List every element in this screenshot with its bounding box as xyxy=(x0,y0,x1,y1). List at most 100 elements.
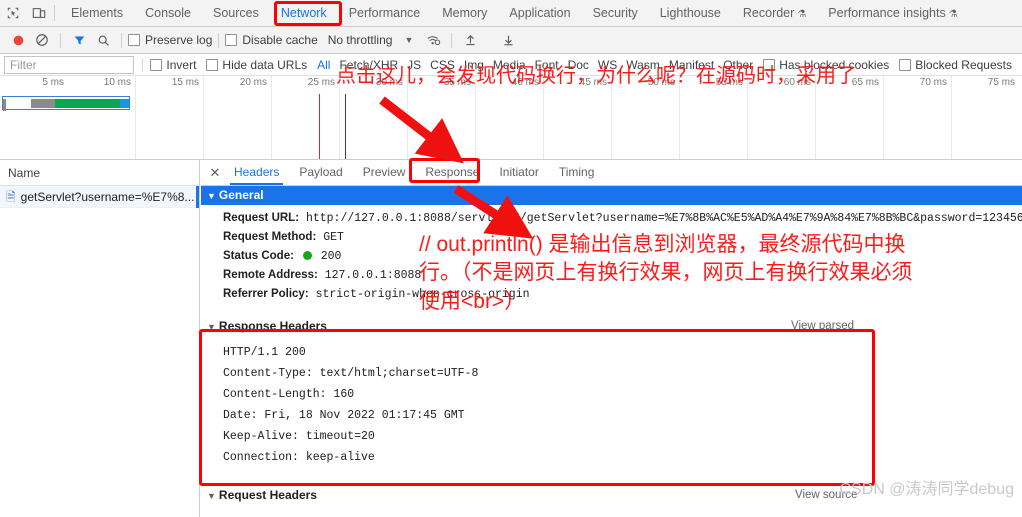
header-line: Keep-Alive: timeout=20 xyxy=(223,430,375,443)
tab-timing[interactable]: Timing xyxy=(549,160,605,185)
type-filter-ws[interactable]: WS xyxy=(598,58,617,72)
type-filter-manifest[interactable]: Manifest xyxy=(669,58,714,72)
tab-application[interactable]: Application xyxy=(498,0,581,26)
toolbar-divider xyxy=(218,32,220,48)
header-line: Connection: keep-alive xyxy=(223,451,375,464)
tick-label: 75 ms xyxy=(987,77,1015,88)
tab-headers[interactable]: Headers xyxy=(224,160,289,185)
tab-label: Memory xyxy=(442,6,488,20)
response-headers-list: HTTP/1.1 200 Content-Type: text/html;cha… xyxy=(201,337,1022,472)
preserve-log-checkbox[interactable]: Preserve log xyxy=(128,33,212,47)
type-filter-fetch-xhr[interactable]: Fetch/XHR xyxy=(339,58,398,72)
blocked-requests-checkbox[interactable]: Blocked Requests xyxy=(899,58,1012,72)
type-filter-media[interactable]: Media xyxy=(493,58,526,72)
type-filter-js[interactable]: JS xyxy=(407,58,421,72)
type-filter-wasm[interactable]: Wasm xyxy=(626,58,660,72)
close-icon[interactable]: ✕ xyxy=(206,165,224,181)
tick-label: 10 ms xyxy=(103,77,131,88)
device-toolbar-icon[interactable] xyxy=(26,0,52,26)
overview-window-grip[interactable] xyxy=(3,99,6,111)
resource-type-filters: All Fetch/XHR JS CSS Img Media Font Doc … xyxy=(317,58,753,72)
tab-performance[interactable]: Performance xyxy=(338,0,432,26)
hide-data-urls-checkbox[interactable]: Hide data URLs xyxy=(206,58,307,72)
toolbar-divider xyxy=(451,32,453,48)
clear-button[interactable] xyxy=(30,28,54,52)
has-blocked-cookies-checkbox[interactable]: Has blocked cookies xyxy=(763,58,889,72)
document-icon: 🗎 xyxy=(6,189,16,204)
tab-performance-insights[interactable]: Performance insights ⚗ xyxy=(817,0,968,26)
hide-data-urls-label: Hide data URLs xyxy=(222,57,308,72)
tab-label: Headers xyxy=(234,165,280,179)
import-har-icon[interactable] xyxy=(458,28,482,52)
filter-icon[interactable] xyxy=(67,28,91,52)
invert-checkbox[interactable]: Invert xyxy=(150,58,196,72)
tab-label: Security xyxy=(592,6,638,20)
type-filter-all[interactable]: All xyxy=(317,58,330,72)
network-conditions-icon[interactable] xyxy=(421,28,445,52)
type-filter-img[interactable]: Img xyxy=(464,58,484,72)
kv-value: 127.0.0.1:8088 xyxy=(324,269,422,282)
status-ok-dot-icon xyxy=(302,251,312,260)
overview-selection-window[interactable] xyxy=(2,96,130,111)
network-toolbar: Preserve log Disable cache No throttling… xyxy=(0,27,1022,54)
chevron-down-icon[interactable]: ▼ xyxy=(404,35,413,45)
response-headers-section-header[interactable]: ▼ Response Headers View parsed xyxy=(201,316,1022,337)
blocked-requests-label: Blocked Requests xyxy=(915,57,1012,72)
tab-recorder[interactable]: Recorder ⚗ xyxy=(732,0,817,26)
tab-label: Timing xyxy=(558,165,595,179)
tab-sources[interactable]: Sources xyxy=(202,0,270,26)
tab-label: Lighthouse xyxy=(659,6,721,20)
tab-label: Payload xyxy=(299,165,343,179)
search-icon[interactable] xyxy=(91,28,115,52)
general-section-header[interactable]: ▼ General xyxy=(201,186,1022,205)
tick-label: 40 ms xyxy=(511,77,539,88)
export-har-icon[interactable] xyxy=(496,28,520,52)
tabbar-divider xyxy=(54,5,55,21)
request-list-column-name[interactable]: Name xyxy=(0,160,199,186)
chevron-down-icon: ▼ xyxy=(207,322,216,332)
network-overview-timeline[interactable]: 5 ms 10 ms 15 ms 20 ms 25 ms 30 ms 35 ms… xyxy=(0,76,1022,160)
toolbar-divider xyxy=(60,32,61,48)
filter-input[interactable]: Filter xyxy=(4,55,134,74)
throttling-select[interactable]: No throttling xyxy=(328,33,393,47)
watermark: CSDN @涛涛同学debug xyxy=(839,481,1014,498)
section-title: Response Headers xyxy=(218,319,327,333)
record-button[interactable] xyxy=(6,28,30,52)
tick-label: 25 ms xyxy=(307,77,335,88)
tick-label: 20 ms xyxy=(239,77,267,88)
tab-response[interactable]: Response xyxy=(415,160,489,185)
type-filter-font[interactable]: Font xyxy=(535,58,559,72)
tab-payload[interactable]: Payload xyxy=(289,160,352,185)
kv-value: GET xyxy=(323,231,344,244)
view-parsed-link[interactable]: View parsed xyxy=(791,316,854,337)
overview-segment-domcontent xyxy=(120,99,129,108)
checkbox-box xyxy=(899,58,912,71)
general-remote-address: Remote Address: 127.0.0.1:8088 xyxy=(223,266,1022,285)
tab-label: Elements xyxy=(71,6,124,20)
tab-lighthouse[interactable]: Lighthouse xyxy=(649,0,732,26)
type-filter-doc[interactable]: Doc xyxy=(568,58,589,72)
disable-cache-checkbox[interactable]: Disable cache xyxy=(225,33,318,47)
checkbox-box xyxy=(763,58,776,71)
general-kv-list: Request URL: http://127.0.0.1:8088/servl… xyxy=(201,205,1022,306)
tab-network[interactable]: Network xyxy=(270,0,338,26)
type-filter-css[interactable]: CSS xyxy=(430,58,455,72)
checkbox-box xyxy=(206,58,219,71)
kv-value: 200 xyxy=(320,250,342,263)
tab-label: Initiator xyxy=(499,165,539,179)
tab-initiator[interactable]: Initiator xyxy=(489,160,548,185)
timeline-ruler: 5 ms 10 ms 15 ms 20 ms 25 ms 30 ms 35 ms… xyxy=(0,76,1022,159)
throttling-label: No throttling xyxy=(327,33,393,47)
tab-label: Recorder xyxy=(742,6,795,20)
table-row[interactable]: 🗎 getServlet?username=%E7%8... xyxy=(0,186,199,208)
tab-label: Sources xyxy=(212,6,259,20)
tab-console[interactable]: Console xyxy=(134,0,202,26)
tab-label: Console xyxy=(145,6,191,20)
tab-security[interactable]: Security xyxy=(582,0,649,26)
inspect-element-icon[interactable] xyxy=(0,0,26,26)
request-list-pane: Name 🗎 getServlet?username=%E7%8... xyxy=(0,160,200,517)
type-filter-other[interactable]: Other xyxy=(723,58,753,72)
tab-elements[interactable]: Elements xyxy=(60,0,134,26)
tab-memory[interactable]: Memory xyxy=(431,0,498,26)
tab-preview[interactable]: Preview xyxy=(353,160,416,185)
